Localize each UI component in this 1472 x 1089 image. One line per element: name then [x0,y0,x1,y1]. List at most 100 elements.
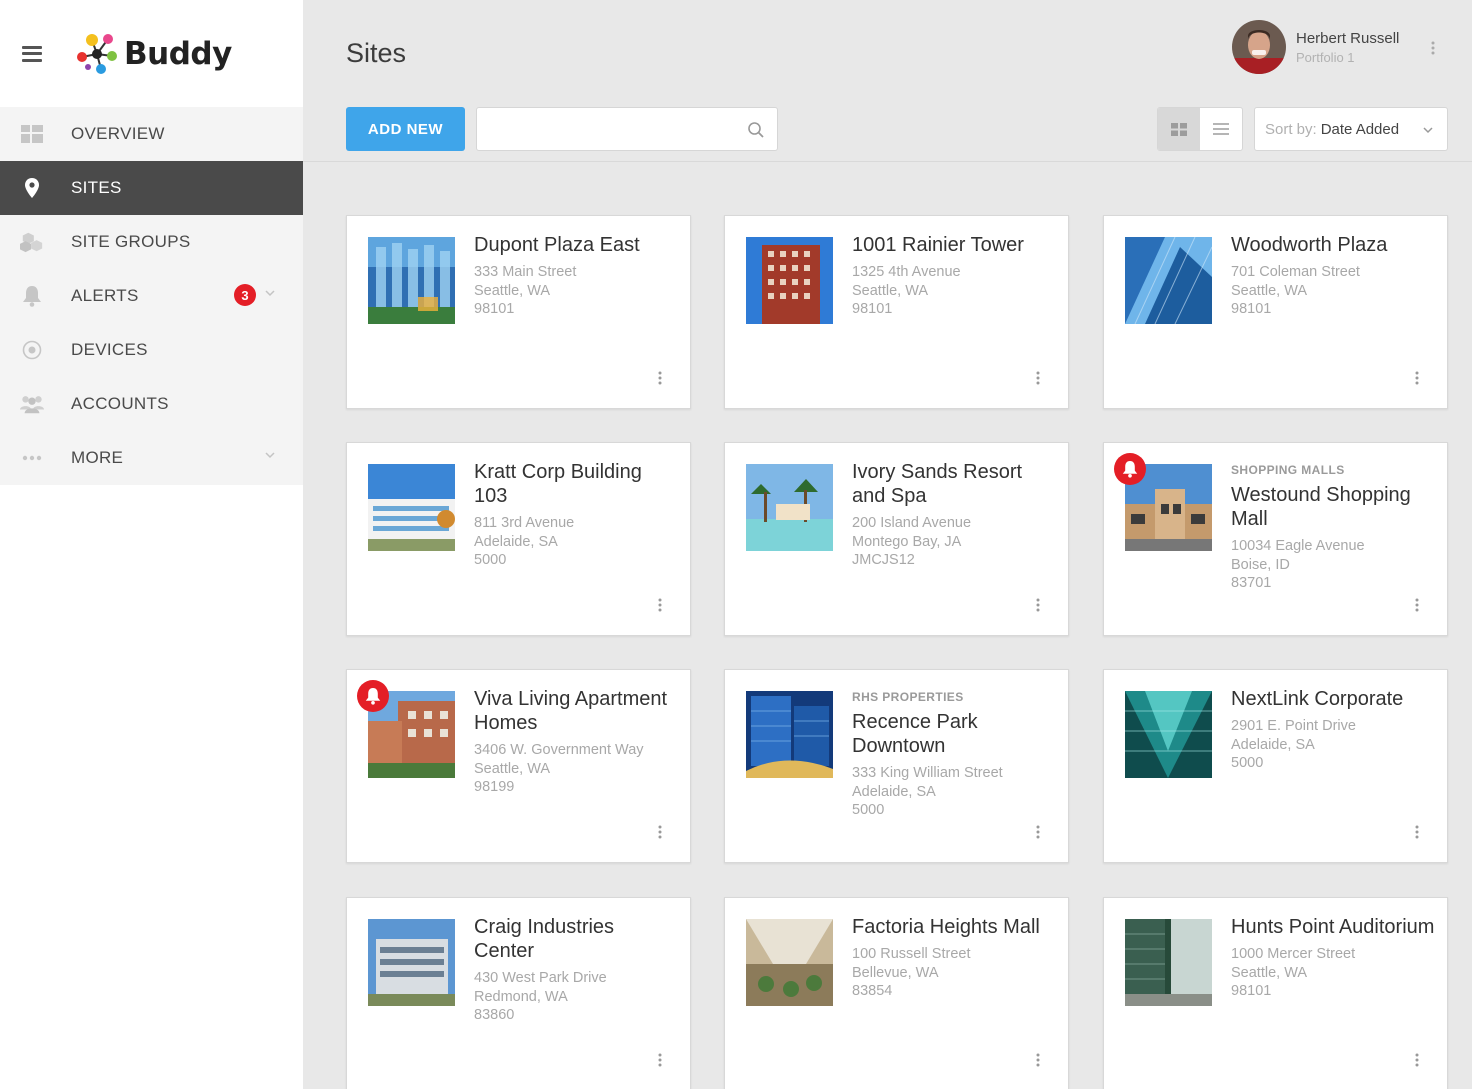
logo[interactable]: Buddy [72,31,232,77]
card-menu-kebab-icon[interactable] [1414,824,1420,840]
grid-view-button[interactable] [1158,108,1200,150]
site-card[interactable]: SHOPPING MALLS Westound Shopping Mall 10… [1103,442,1448,636]
site-card[interactable]: RHS PROPERTIES Recence Park Downtown 333… [724,669,1069,863]
sidebar-item-overview[interactable]: OVERVIEW [0,107,303,161]
site-address: 10034 Eagle Avenue Boise, ID 83701 [1231,537,1436,593]
site-card[interactable]: 1001 Rainier Tower 1325 4th Avenue Seatt… [724,215,1069,409]
brand-name: Buddy [124,35,232,72]
site-card[interactable]: Woodworth Plaza 701 Coleman Street Seatt… [1103,215,1448,409]
card-menu-kebab-icon[interactable] [1035,824,1041,840]
sidebar-item-alerts[interactable]: ALERTS 3 [0,269,303,323]
site-street: 333 Main Street [474,264,577,280]
sidebar-item-accounts[interactable]: ACCOUNTS [0,377,303,431]
site-title: Craig Industries Center [474,916,615,962]
add-new-button[interactable]: ADD NEW [346,107,465,151]
site-street: 430 West Park Drive [474,970,607,986]
user-portfolio: Portfolio 1 [1296,49,1355,65]
site-title: Hunts Point Auditorium [1231,916,1435,938]
site-thumbnail [1125,919,1212,1006]
chevron-down-icon[interactable] [265,288,275,298]
site-zip: 98101 [1231,301,1272,317]
map-pin-icon [20,176,44,200]
site-zip: 83854 [852,983,893,999]
card-menu-kebab-icon[interactable] [657,370,663,386]
site-city: Seattle, WA [474,760,551,777]
user-profile[interactable]: Herbert Russell Portfolio 1 [1232,20,1399,74]
site-card[interactable]: Viva Living Apartment Homes 3406 W. Gove… [346,669,691,863]
sidebar-item-site-groups[interactable]: SITE GROUPS [0,215,303,269]
search-input[interactable] [487,108,737,148]
site-zip: 98199 [474,779,515,795]
site-card[interactable]: Factoria Heights Mall 100 Russell Street… [724,897,1069,1089]
card-menu-kebab-icon[interactable] [1035,370,1041,386]
site-street: 811 3rd Avenue [474,515,575,531]
site-card[interactable]: Dupont Plaza East 333 Main Street Seattl… [346,215,691,409]
site-card[interactable]: Hunts Point Auditorium 1000 Mercer Stree… [1103,897,1448,1089]
site-info: SHOPPING MALLS Westound Shopping Mall 10… [1231,460,1436,593]
bell-icon [20,284,44,308]
site-zip: 83860 [474,1007,515,1023]
site-title: Kratt Corp Building 103 [474,461,642,507]
sidebar-item-label: SITE GROUPS [71,232,191,251]
cubes-icon [20,230,44,254]
alert-bell-icon[interactable] [1114,453,1146,485]
card-menu-kebab-icon[interactable] [1414,1052,1420,1068]
site-card[interactable]: NextLink Corporate 2901 E. Point Drive A… [1103,669,1448,863]
card-menu-kebab-icon[interactable] [657,597,663,613]
alerts-count-badge: 3 [234,284,256,306]
site-address: 430 West Park Drive Redmond, WA 83860 [474,969,679,1025]
site-title: Factoria Heights Mall [852,916,1040,938]
site-city: Redmond, WA [474,988,568,1005]
card-menu-kebab-icon[interactable] [1414,597,1420,613]
sidebar-item-label: ACCOUNTS [71,394,169,413]
site-zip: 83701 [1231,575,1272,591]
list-view-button[interactable] [1200,108,1242,150]
card-menu-kebab-icon[interactable] [1414,370,1420,386]
site-address: 701 Coleman Street Seattle, WA 98101 [1231,263,1436,319]
site-address: 811 3rd Avenue Adelaide, SA 5000 [474,514,679,570]
site-address: 2901 E. Point Drive Adelaide, SA 5000 [1231,717,1436,773]
sidebar-item-devices[interactable]: DEVICES [0,323,303,377]
site-zip: 5000 [852,802,885,818]
sidebar-item-sites[interactable]: SITES [0,161,303,215]
sort-label: Sort by: [1265,120,1317,138]
site-street: 333 King William Street [852,765,1003,781]
site-address: 1325 4th Avenue Seattle, WA 98101 [852,263,1057,319]
site-card[interactable]: Ivory Sands Resort and Spa 200 Island Av… [724,442,1069,636]
site-card[interactable]: Kratt Corp Building 103 811 3rd Avenue A… [346,442,691,636]
site-zip: 98101 [1231,983,1272,999]
user-name: Herbert Russell [1296,29,1400,47]
more-dots-icon [20,446,44,470]
site-info: NextLink Corporate 2901 E. Point Drive A… [1231,687,1436,773]
site-city: Seattle, WA [852,282,929,299]
avatar[interactable] [1232,20,1286,74]
site-info: Woodworth Plaza 701 Coleman Street Seatt… [1231,233,1436,319]
card-menu-kebab-icon[interactable] [657,1052,663,1068]
card-menu-kebab-icon[interactable] [1035,597,1041,613]
device-circle-icon [20,338,44,362]
site-street: 3406 W. Government Way [474,742,644,758]
site-street: 2901 E. Point Drive [1231,718,1356,734]
site-city: Adelaide, SA [474,533,558,550]
hamburger-menu-icon[interactable] [22,45,42,62]
site-info: Craig Industries Center 430 West Park Dr… [474,915,679,1025]
sidebar-item-more[interactable]: MORE [0,431,303,485]
card-menu-kebab-icon[interactable] [1035,1052,1041,1068]
site-title: NextLink Corporate [1231,688,1404,710]
site-address: 100 Russell Street Bellevue, WA 83854 [852,945,1057,1001]
site-card[interactable]: Craig Industries Center 430 West Park Dr… [346,897,691,1089]
chevron-down-icon[interactable] [265,450,275,460]
sort-dropdown[interactable]: Sort by: Date Added [1254,107,1448,151]
alert-bell-icon[interactable] [357,680,389,712]
card-menu-kebab-icon[interactable] [657,824,663,840]
buddy-logo-icon [77,33,117,74]
site-city: Boise, ID [1231,556,1290,573]
user-menu-kebab-icon[interactable] [1429,40,1437,56]
site-info: Hunts Point Auditorium 1000 Mercer Stree… [1231,915,1436,1001]
site-title: Woodworth Plaza [1231,234,1388,256]
chevron-down-icon [1423,127,1433,134]
site-title: Viva Living Apartment Homes [474,688,668,734]
search-icon[interactable] [747,121,765,139]
site-info: 1001 Rainier Tower 1325 4th Avenue Seatt… [852,233,1057,319]
site-city: Seattle, WA [1231,964,1308,981]
